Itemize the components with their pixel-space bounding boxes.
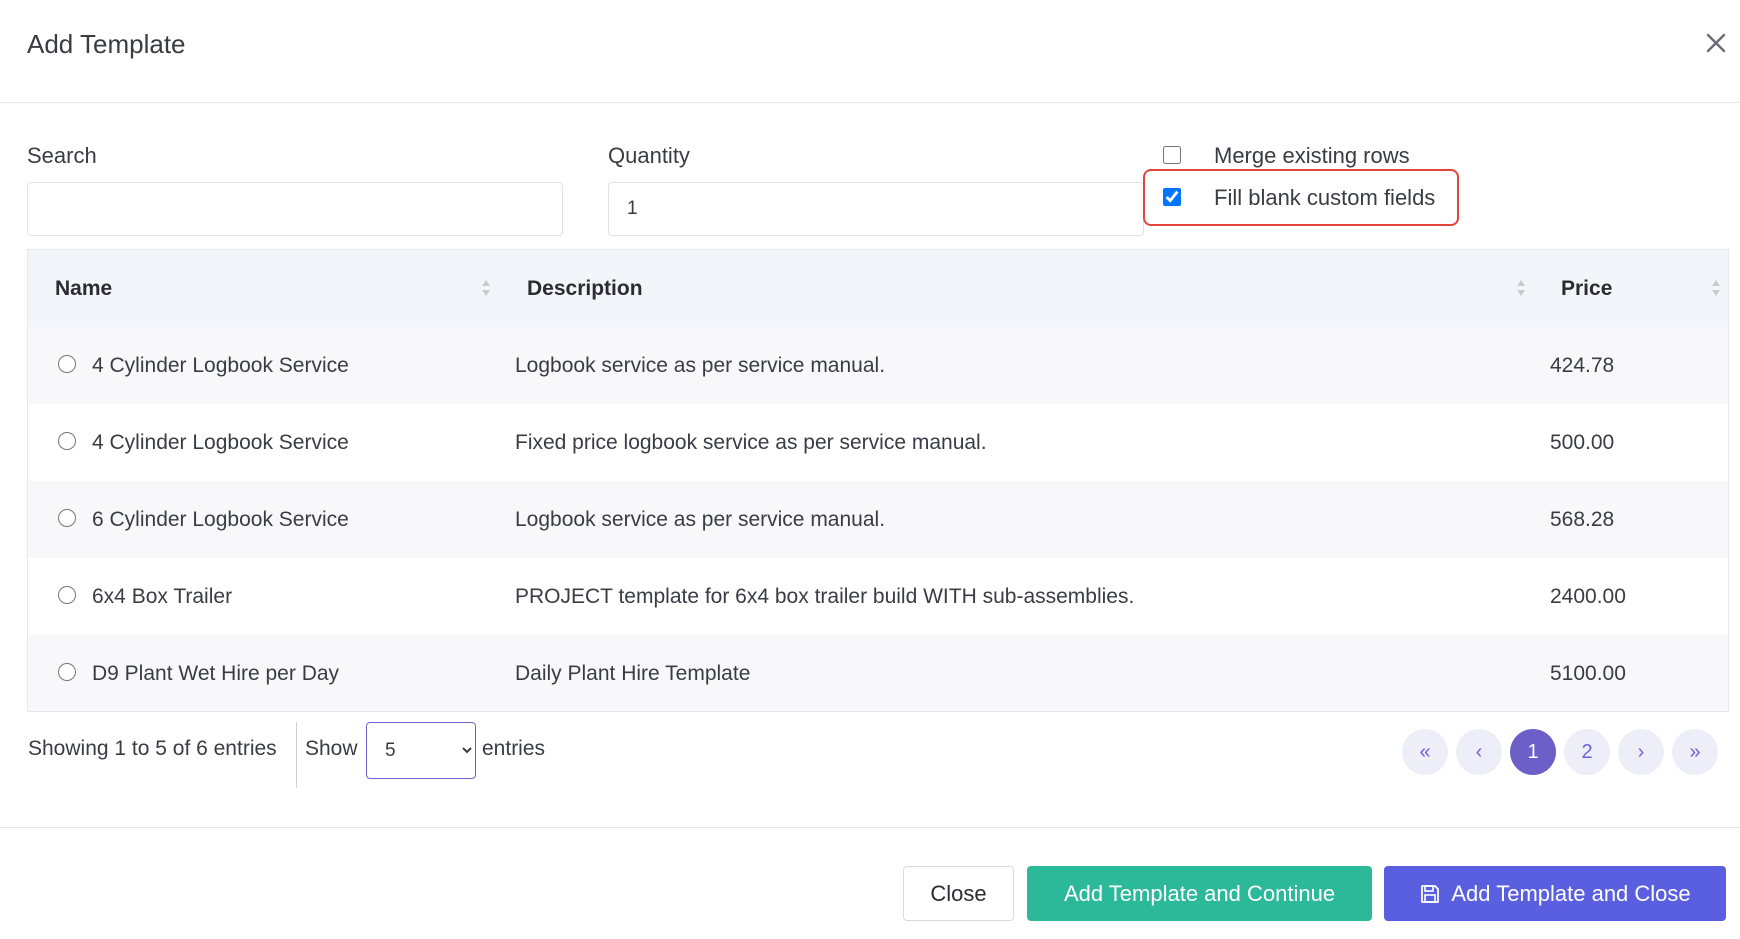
next-page-button[interactable]: › (1618, 729, 1664, 775)
cell-name: 6 Cylinder Logbook Service (92, 508, 349, 531)
table-row[interactable]: 4 Cylinder Logbook Service Fixed price l… (28, 404, 1728, 481)
sort-icon[interactable] (1711, 278, 1721, 298)
templates-table: Name Description Price 4 Cylinder Logboo… (27, 249, 1729, 712)
close-button[interactable]: Close (903, 866, 1014, 921)
sort-icon[interactable] (1516, 278, 1526, 298)
quantity-label: Quantity (608, 143, 690, 168)
quantity-input[interactable] (608, 182, 1144, 236)
fill-blank-custom-fields-label: Fill blank custom fields (1214, 185, 1436, 210)
add-template-modal: Add Template Search Quantity Merge exist… (0, 0, 1740, 939)
cell-description: Daily Plant Hire Template (515, 662, 751, 685)
fill-blank-custom-fields-checkbox[interactable] (1163, 188, 1181, 206)
save-icon (1421, 884, 1440, 903)
add-template-and-continue-button[interactable]: Add Template and Continue (1027, 866, 1372, 921)
add-template-and-close-button[interactable]: Add Template and Close (1384, 866, 1726, 921)
cell-price: 2400.00 (1550, 585, 1626, 608)
sort-icon[interactable] (481, 278, 491, 298)
page-size-select[interactable]: 5 (366, 722, 476, 779)
footer-divider (0, 827, 1740, 828)
entries-info: Showing 1 to 5 of 6 entries (28, 737, 277, 760)
page-button-1[interactable]: 1 (1510, 729, 1556, 775)
search-label: Search (27, 143, 97, 168)
cell-name: 4 Cylinder Logbook Service (92, 354, 349, 377)
cell-price: 568.28 (1550, 508, 1615, 531)
cell-description: Logbook service as per service manual. (515, 354, 886, 377)
cell-name: 6x4 Box Trailer (92, 585, 233, 608)
show-label: Show (305, 737, 358, 760)
cell-description: PROJECT template for 6x4 box trailer bui… (515, 585, 1135, 608)
entries-label: entries (482, 737, 546, 760)
column-header-name[interactable]: Name (55, 250, 112, 327)
row-radio[interactable] (58, 432, 76, 450)
search-input[interactable] (27, 182, 563, 236)
prev-page-button[interactable]: ‹ (1456, 729, 1502, 775)
row-radio[interactable] (58, 355, 76, 373)
merge-existing-rows-checkbox[interactable] (1163, 146, 1181, 164)
merge-existing-rows-label: Merge existing rows (1214, 143, 1410, 168)
divider (296, 722, 297, 788)
table-row[interactable]: 6 Cylinder Logbook Service Logbook servi… (28, 481, 1728, 558)
cell-description: Fixed price logbook service as per servi… (515, 431, 987, 454)
add-template-and-close-label: Add Template and Close (1451, 880, 1691, 906)
modal-header: Add Template (0, 0, 1740, 103)
cell-name: 4 Cylinder Logbook Service (92, 431, 349, 454)
page-button-2[interactable]: 2 (1564, 729, 1610, 775)
table-row[interactable]: 6x4 Box Trailer PROJECT template for 6x4… (28, 558, 1728, 635)
column-header-description[interactable]: Description (527, 250, 643, 327)
cell-name: D9 Plant Wet Hire per Day (92, 662, 340, 685)
table-row[interactable]: D9 Plant Wet Hire per Day Daily Plant Hi… (28, 635, 1728, 711)
row-radio[interactable] (58, 509, 76, 527)
cell-description: Logbook service as per service manual. (515, 508, 886, 531)
first-page-button[interactable]: « (1402, 729, 1448, 775)
close-icon[interactable] (1700, 27, 1732, 59)
cell-price: 424.78 (1550, 354, 1615, 377)
cell-price: 500.00 (1550, 431, 1615, 454)
row-radio[interactable] (58, 586, 76, 604)
last-page-button[interactable]: » (1672, 729, 1718, 775)
table-header: Name Description Price (28, 250, 1728, 327)
row-radio[interactable] (58, 663, 76, 681)
table-row[interactable]: 4 Cylinder Logbook Service Logbook servi… (28, 327, 1728, 404)
column-header-price[interactable]: Price (1561, 250, 1612, 327)
cell-price: 5100.00 (1550, 662, 1626, 685)
modal-title: Add Template (27, 29, 186, 59)
